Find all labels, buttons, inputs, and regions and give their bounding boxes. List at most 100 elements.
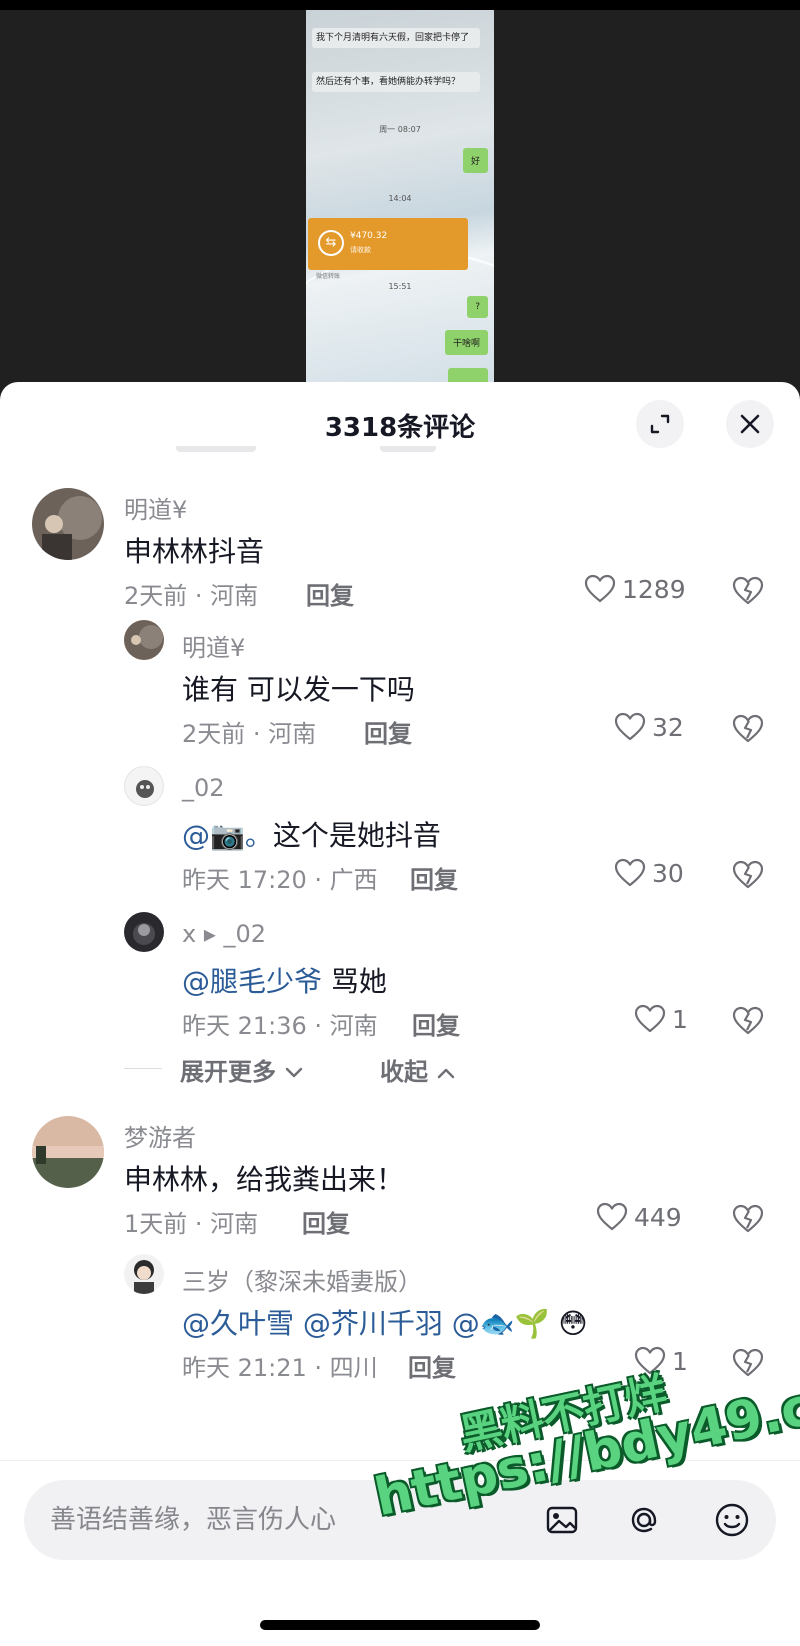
comment-meta: 2天前 · 河南 [182, 720, 317, 748]
emoji-icon [715, 1503, 749, 1537]
avatar[interactable] [124, 620, 164, 660]
comment-meta: 昨天 21:36 · 河南 [182, 1012, 378, 1040]
chat-reply: ? [467, 296, 488, 318]
like-button[interactable]: 1 [634, 1004, 688, 1034]
at-icon [631, 1507, 657, 1533]
avatar[interactable] [124, 766, 164, 806]
heart-icon [614, 858, 646, 887]
reply-button[interactable]: 回复 [364, 714, 412, 749]
mention-link[interactable]: @腿毛少爷 [182, 965, 322, 998]
broken-heart-icon [732, 860, 764, 889]
dislike-button[interactable] [732, 714, 764, 748]
avatar-image [124, 620, 164, 660]
chat-message: 然后还有个事，看她俩能办转学吗？ [312, 72, 480, 92]
reply-button[interactable]: 回复 [412, 1006, 460, 1041]
heart-icon [596, 1202, 628, 1231]
comment-text: @久叶雪 @芥川千羽 @🐟🌱 😳 [182, 1302, 588, 1342]
transfer-card: ⇆ ¥470.32 请收款 [308, 218, 468, 270]
collapse-button[interactable]: 收起 [380, 1052, 456, 1087]
home-indicator [260, 1620, 540, 1630]
close-icon [740, 414, 760, 434]
broken-heart-icon [732, 1006, 764, 1035]
comment-meta: 昨天 21:21 · 四川 [182, 1354, 378, 1382]
transfer-amount: ¥470.32 [350, 231, 388, 241]
comment-author[interactable]: 梦游者 [124, 1118, 196, 1153]
chat-screenshot: 我下个月清明有六天假，回家把卡停了 然后还有个事，看她俩能办转学吗？ 周一 08… [306, 10, 494, 400]
comment-meta: 1天前 · 河南 [124, 1210, 259, 1238]
reply-button[interactable]: 回复 [306, 576, 354, 611]
comment-text-body: 骂她 [322, 965, 387, 998]
comment-text-body: 😳 [549, 1307, 588, 1340]
comment-text: 申林林，给我粪出来！ [124, 1163, 405, 1196]
like-count: 30 [652, 858, 684, 888]
avatar[interactable] [32, 488, 104, 560]
comment-author[interactable]: x ▸ _02 [182, 920, 266, 948]
heart-icon [634, 1004, 666, 1033]
like-button[interactable]: 32 [614, 712, 684, 742]
heart-icon [614, 712, 646, 741]
expand-icon [650, 414, 670, 434]
comment-text: 谁有 可以发一下吗 [182, 673, 415, 706]
emoji-button[interactable] [712, 1500, 752, 1540]
comment-meta: 2天前 · 河南 [124, 582, 259, 610]
chevron-down-icon [286, 1067, 303, 1078]
close-button[interactable] [726, 400, 774, 448]
broken-heart-icon [732, 1204, 764, 1233]
comment-author[interactable]: 明道¥ [182, 628, 245, 663]
avatar-image [134, 1260, 154, 1294]
broken-heart-icon [732, 576, 764, 605]
avatar[interactable] [32, 1116, 104, 1188]
comment-text: 申林林抖音 [124, 535, 265, 568]
reply-button[interactable]: 回复 [302, 1204, 350, 1239]
transfer-icon: ⇆ [318, 230, 344, 256]
chat-time: 周一 08:07 [379, 125, 421, 134]
chat-time: 15:51 [388, 282, 412, 291]
like-button[interactable]: 30 [614, 858, 684, 888]
comment-author[interactable]: _02 [182, 774, 225, 802]
reply-button[interactable]: 回复 [410, 860, 458, 895]
mention-link[interactable]: @📷。 [182, 819, 273, 852]
collapse-label: 收起 [380, 1058, 428, 1086]
chat-time: 14:04 [388, 194, 412, 203]
like-button[interactable]: 449 [596, 1202, 682, 1232]
avatar[interactable] [124, 1254, 164, 1294]
comment-author[interactable]: 明道¥ [124, 490, 187, 525]
avatar-image [32, 1116, 104, 1188]
comment-text: @腿毛少爷 骂她 [182, 960, 387, 1000]
avatar-image [136, 780, 154, 798]
transfer-note: 微信转账 [316, 273, 341, 280]
transfer-status: 请收款 [350, 246, 371, 254]
avatar[interactable] [124, 912, 164, 952]
reply-button[interactable]: 回复 [408, 1348, 456, 1383]
comment-text-body: 这个是她抖音 [272, 819, 441, 852]
comment-author[interactable]: 三岁（黎深未婚妻版） [182, 1262, 422, 1297]
expand-more-button[interactable]: 展开更多 [180, 1052, 304, 1087]
chevron-up-icon [438, 1068, 455, 1079]
like-count: 449 [634, 1202, 682, 1232]
like-count: 32 [652, 712, 684, 742]
expand-button[interactable] [636, 400, 684, 448]
clipped-previous-row [380, 446, 436, 456]
expand-more-label: 展开更多 [180, 1058, 276, 1086]
mention-button[interactable] [624, 1500, 664, 1540]
avatar-image [124, 912, 164, 952]
thread-divider [124, 1068, 162, 1069]
dislike-button[interactable] [732, 576, 764, 610]
mention-link[interactable]: @久叶雪 @芥川千羽 @🐟🌱 [182, 1307, 550, 1340]
comment-text: @📷。这个是她抖音 [182, 814, 441, 854]
avatar-image [32, 488, 104, 560]
dislike-button[interactable] [732, 1204, 764, 1238]
chat-reply: 干啥啊 [444, 330, 488, 355]
video-area[interactable]: 我下个月清明有六天假，回家把卡停了 然后还有个事，看她俩能办转学吗？ 周一 08… [0, 0, 800, 400]
comment-meta: 昨天 17:20 · 广西 [182, 866, 378, 894]
broken-heart-icon [732, 714, 764, 743]
clipped-previous-row [176, 446, 256, 456]
heart-icon [584, 574, 616, 603]
dislike-button[interactable] [732, 860, 764, 894]
like-button[interactable]: 1289 [584, 574, 686, 604]
like-count: 1 [672, 1004, 688, 1034]
like-count: 1289 [622, 574, 686, 604]
chat-reply: 好 [462, 148, 488, 173]
dislike-button[interactable] [732, 1006, 764, 1040]
top-strip [0, 0, 800, 10]
